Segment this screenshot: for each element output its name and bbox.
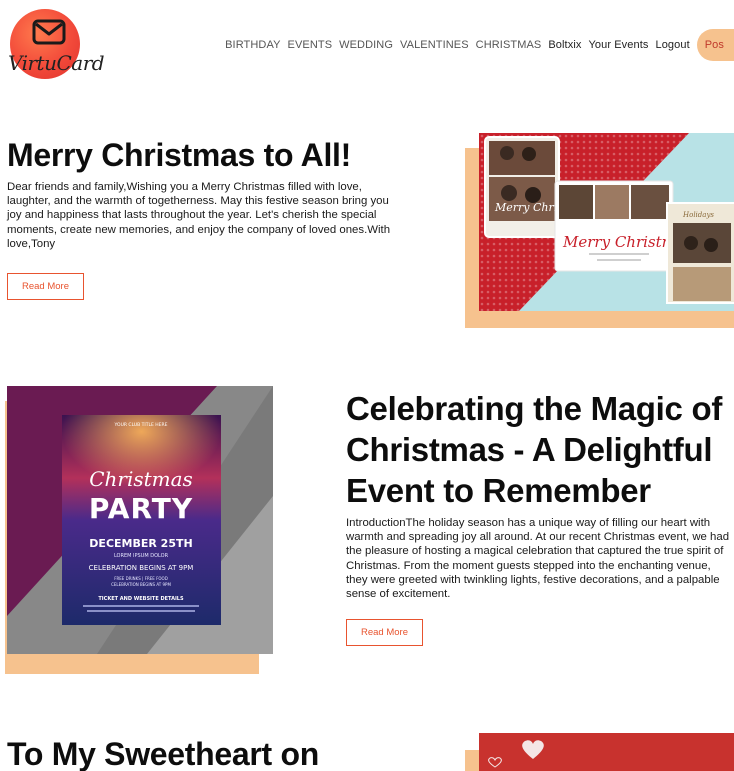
flyer-party: PARTY [89, 492, 193, 525]
valentine-card-illustration [479, 733, 734, 771]
post-1-image[interactable]: Merry Christmas Merry Christmas Holidays [479, 133, 734, 311]
nav-your-events[interactable]: Your Events [588, 39, 648, 51]
post-3-title: To My Sweetheart on [7, 736, 319, 771]
post-2-title: Celebrating the Magic of Christmas - A D… [346, 390, 723, 509]
christmas-party-flyer: YOUR CLUB TITLE HERE Christmas PARTY DEC… [7, 386, 273, 654]
nav-wedding[interactable]: WEDDING [339, 39, 393, 51]
brand-logo[interactable]: VirtuCard [6, 7, 105, 83]
nav-logout[interactable]: Logout [655, 39, 689, 51]
post-1-body: Dear friends and family,Wishing you a Me… [7, 181, 391, 250]
post-1-title: Merry Christmas to All! [7, 137, 351, 173]
post-button[interactable]: Pos [696, 29, 734, 61]
nav-christmas[interactable]: CHRISTMAS [476, 39, 542, 51]
post-2-read-more-button[interactable]: Read More [346, 619, 423, 646]
flyer-christmas-script: Christmas [89, 467, 193, 491]
site-header: VirtuCard BIRTHDAY EVENTS WEDDING VALENT… [0, 0, 734, 90]
brand-name: VirtuCard [8, 51, 105, 75]
post-2-image[interactable]: YOUR CLUB TITLE HERE Christmas PARTY DEC… [7, 386, 273, 654]
post-1-read-more-button[interactable]: Read More [7, 273, 84, 300]
post-2-body: IntroductionThe holiday season has a uni… [346, 517, 730, 601]
holidays-card-text: Holidays [682, 211, 714, 219]
christmas-cards-illustration: Merry Christmas Merry Christmas Holidays [479, 133, 734, 311]
post-3-image[interactable] [479, 733, 734, 771]
main-nav: BIRTHDAY EVENTS WEDDING VALENTINES CHRIS… [225, 29, 734, 61]
flyer-lorem: LOREM IPSUM DOLOR [114, 553, 169, 559]
envelope-icon [32, 19, 66, 45]
flyer-tickets: TICKET AND WEBSITE DETAILS [98, 596, 184, 602]
flyer-top-line: YOUR CLUB TITLE HERE [114, 422, 168, 428]
nav-birthday[interactable]: BIRTHDAY [225, 39, 280, 51]
nav-valentines[interactable]: VALENTINES [400, 39, 469, 51]
flyer-celebration: CELEBRATION BEGINS AT 9PM [89, 564, 194, 572]
nav-events[interactable]: EVENTS [288, 39, 333, 51]
flyer-begins: CELEBRATION BEGINS AT 9PM [111, 582, 171, 587]
flyer-drinks: FREE DRINKS | FREE FOOD [114, 576, 168, 581]
nav-username[interactable]: Boltxix [548, 39, 581, 51]
flyer-date: DECEMBER 25TH [89, 537, 192, 550]
